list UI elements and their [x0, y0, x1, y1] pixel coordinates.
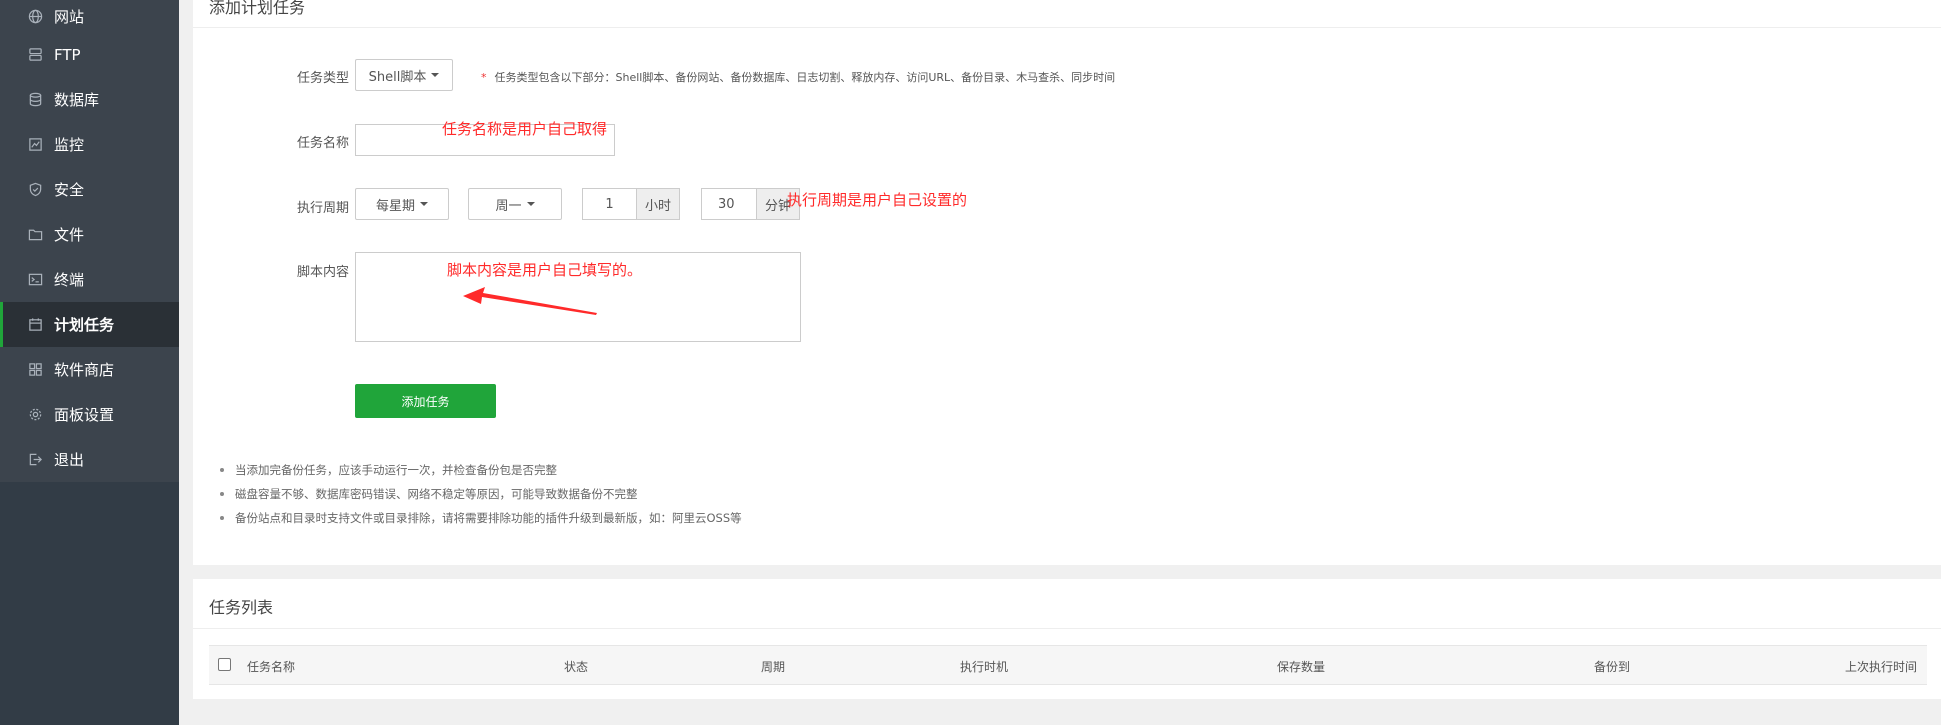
column-header-backup-to[interactable]: 备份到	[1594, 658, 1630, 675]
caret-down-icon	[431, 73, 440, 77]
sidebar-item-settings[interactable]: 面板设置	[0, 392, 179, 437]
sidebar-item-label: 计划任务	[54, 316, 115, 334]
sidebar-item-store[interactable]: 软件商店	[0, 347, 179, 392]
sidebar-item-monitor[interactable]: 监控	[0, 122, 179, 167]
add-task-panel: 添加计划任务 任务类型 Shell脚本 * 任务类型包含以下部分：Shell脚本、…	[193, 0, 1941, 565]
sidebar-item-label: 网站	[54, 7, 85, 26]
annotation-script: 脚本内容是用户自己填写的。	[447, 261, 643, 279]
task-type-hint: * 任务类型包含以下部分：Shell脚本、备份网站、备份数据库、日志切割、释放内存…	[481, 69, 1115, 85]
tips-list: 当添加完备份任务，应该手动运行一次，并检查备份包是否完整 磁盘容量不够、数据库密…	[215, 462, 742, 534]
column-header-timing[interactable]: 执行时机	[960, 658, 1008, 675]
sidebar-item-terminal[interactable]: 终端	[0, 257, 179, 302]
hour-input[interactable]: 1	[582, 188, 637, 220]
monitor-chart-icon	[27, 137, 43, 153]
hour-unit-addon: 小时	[636, 188, 680, 220]
divider	[193, 27, 1941, 28]
minute-input[interactable]: 30	[701, 188, 757, 220]
task-type-dropdown[interactable]: Shell脚本	[355, 59, 453, 91]
task-table-header: 任务名称 状态 周期 执行时机 保存数量 备份到 上次执行时间	[209, 645, 1927, 685]
task-list-panel: 任务列表 任务名称 状态 周期 执行时机 保存数量 备份到 上次执行时间	[193, 579, 1941, 699]
database-icon	[27, 92, 43, 108]
sidebar-item-ftp[interactable]: FTP	[0, 32, 179, 77]
sidebar-item-label: 退出	[54, 451, 85, 469]
sidebar-item-security[interactable]: 安全	[0, 167, 179, 212]
grid-apps-icon	[27, 362, 43, 378]
tip-item: 当添加完备份任务，应该手动运行一次，并检查备份包是否完整	[215, 462, 742, 486]
task-type-label: 任务类型	[296, 71, 349, 86]
column-header-last-run[interactable]: 上次执行时间	[1845, 658, 1917, 675]
sidebar-item-database[interactable]: 数据库	[0, 77, 179, 122]
tip-item: 磁盘容量不够、数据库密码错误、网络不稳定等原因，可能导致数据备份不完整	[215, 486, 742, 510]
weekday-dropdown[interactable]: 周一	[468, 188, 562, 220]
hour-value: 1	[605, 196, 614, 212]
logout-icon	[27, 452, 43, 468]
sidebar-item-cron[interactable]: 计划任务	[0, 302, 179, 347]
sidebar-item-website[interactable]: 网站	[0, 0, 179, 32]
column-header-name[interactable]: 任务名称	[247, 658, 295, 675]
calendar-icon	[27, 317, 43, 333]
task-list-title: 任务列表	[209, 598, 274, 617]
globe-icon	[27, 8, 43, 24]
sidebar-item-label: 终端	[54, 271, 85, 289]
column-header-save-count[interactable]: 保存数量	[1277, 658, 1325, 675]
sidebar-menu: 网站 FTP 数据库 监控 安全 文件 终端 计划任务 软件商店 面板设置 退出	[0, 0, 179, 482]
sidebar-item-files[interactable]: 文件	[0, 212, 179, 257]
caret-down-icon	[420, 202, 428, 206]
required-star: *	[481, 71, 487, 84]
annotation-task-name: 任务名称是用户自己取得	[442, 120, 608, 138]
terminal-icon	[27, 272, 43, 288]
column-header-cycle[interactable]: 周期	[761, 658, 785, 675]
ftp-server-icon	[27, 47, 43, 63]
sidebar-item-label: 面板设置	[54, 406, 115, 424]
caret-down-icon	[526, 202, 535, 206]
cycle-type-dropdown[interactable]: 每星期	[355, 188, 449, 220]
sidebar-item-label: 数据库	[54, 91, 100, 109]
cycle-label: 执行周期	[296, 201, 349, 216]
task-type-hint-text: 任务类型包含以下部分：Shell脚本、备份网站、备份数据库、日志切割、释放内存、…	[494, 71, 1116, 84]
task-name-label: 任务名称	[296, 136, 349, 151]
sidebar-item-label: 监控	[54, 136, 85, 154]
column-header-status[interactable]: 状态	[564, 658, 588, 675]
arrow-shape	[463, 287, 597, 315]
task-type-value: Shell脚本	[368, 69, 427, 85]
tip-item: 备份站点和目录时支持文件或目录排除，请将需要排除功能的插件升级到最新版，如：阿里…	[215, 510, 742, 534]
weekday-value: 周一	[495, 198, 522, 214]
annotation-arrow	[463, 287, 597, 315]
cycle-type-value: 每星期	[375, 198, 415, 214]
gear-icon	[27, 407, 43, 423]
script-label: 脚本内容	[296, 265, 349, 280]
sidebar-item-label: 安全	[54, 181, 85, 199]
sidebar: 网站 FTP 数据库 监控 安全 文件 终端 计划任务 软件商店 面板设置 退出	[0, 0, 179, 725]
sidebar-item-label: 文件	[54, 226, 85, 244]
sidebar-item-label: FTP	[54, 45, 81, 64]
folder-icon	[27, 227, 43, 243]
sidebar-item-logout[interactable]: 退出	[0, 437, 179, 482]
divider	[193, 628, 1941, 629]
annotation-cycle: 执行周期是用户自己设置的	[787, 191, 968, 209]
select-all-checkbox[interactable]	[218, 658, 231, 671]
add-task-button[interactable]: 添加任务	[355, 384, 496, 418]
minute-value: 30	[718, 196, 735, 212]
sidebar-item-label: 软件商店	[54, 361, 115, 379]
panel-title: 添加计划任务	[209, 0, 306, 17]
shield-icon	[27, 182, 43, 198]
